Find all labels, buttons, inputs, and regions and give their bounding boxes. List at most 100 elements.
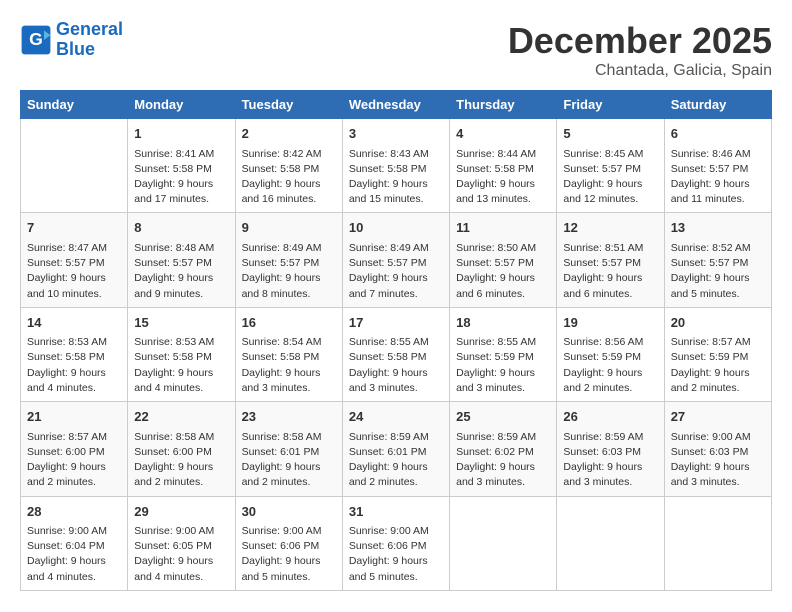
day-info: Sunrise: 8:57 AM Sunset: 6:00 PM Dayligh… bbox=[27, 430, 121, 491]
daylight-label: Daylight: 9 hours and 12 minutes. bbox=[563, 178, 642, 205]
day-number: 31 bbox=[349, 502, 443, 522]
sunrise-label: Sunrise: 8:44 AM bbox=[456, 148, 536, 160]
calendar-day-cell: 23 Sunrise: 8:58 AM Sunset: 6:01 PM Dayl… bbox=[235, 402, 342, 496]
sunset-label: Sunset: 5:58 PM bbox=[349, 163, 427, 175]
calendar-day-cell: 8 Sunrise: 8:48 AM Sunset: 5:57 PM Dayli… bbox=[128, 213, 235, 307]
weekday-header: Wednesday bbox=[342, 91, 449, 119]
day-info: Sunrise: 8:57 AM Sunset: 5:59 PM Dayligh… bbox=[671, 335, 765, 396]
day-number: 28 bbox=[27, 502, 121, 522]
daylight-label: Daylight: 9 hours and 17 minutes. bbox=[134, 178, 213, 205]
calendar-day-cell: 12 Sunrise: 8:51 AM Sunset: 5:57 PM Dayl… bbox=[557, 213, 664, 307]
sunset-label: Sunset: 6:03 PM bbox=[671, 446, 749, 458]
day-info: Sunrise: 8:58 AM Sunset: 6:00 PM Dayligh… bbox=[134, 430, 228, 491]
daylight-label: Daylight: 9 hours and 3 minutes. bbox=[456, 367, 535, 394]
weekday-header: Saturday bbox=[664, 91, 771, 119]
svg-text:G: G bbox=[29, 29, 43, 49]
calendar-week-row: 21 Sunrise: 8:57 AM Sunset: 6:00 PM Dayl… bbox=[21, 402, 772, 496]
sunset-label: Sunset: 5:57 PM bbox=[671, 257, 749, 269]
calendar-day-cell: 31 Sunrise: 9:00 AM Sunset: 6:06 PM Dayl… bbox=[342, 496, 449, 590]
day-number: 5 bbox=[563, 124, 657, 144]
calendar-day-cell: 27 Sunrise: 9:00 AM Sunset: 6:03 PM Dayl… bbox=[664, 402, 771, 496]
sunrise-label: Sunrise: 9:00 AM bbox=[134, 525, 214, 537]
day-info: Sunrise: 8:59 AM Sunset: 6:01 PM Dayligh… bbox=[349, 430, 443, 491]
daylight-label: Daylight: 9 hours and 6 minutes. bbox=[563, 272, 642, 299]
sunset-label: Sunset: 5:57 PM bbox=[242, 257, 320, 269]
day-number: 26 bbox=[563, 407, 657, 427]
weekday-header: Monday bbox=[128, 91, 235, 119]
sunset-label: Sunset: 5:58 PM bbox=[242, 163, 320, 175]
daylight-label: Daylight: 9 hours and 3 minutes. bbox=[456, 461, 535, 488]
calendar-day-cell: 4 Sunrise: 8:44 AM Sunset: 5:58 PM Dayli… bbox=[450, 119, 557, 213]
logo-line2: Blue bbox=[56, 39, 95, 59]
sunrise-label: Sunrise: 8:43 AM bbox=[349, 148, 429, 160]
calendar-day-cell: 21 Sunrise: 8:57 AM Sunset: 6:00 PM Dayl… bbox=[21, 402, 128, 496]
daylight-label: Daylight: 9 hours and 2 minutes. bbox=[27, 461, 106, 488]
day-info: Sunrise: 8:59 AM Sunset: 6:03 PM Dayligh… bbox=[563, 430, 657, 491]
daylight-label: Daylight: 9 hours and 3 minutes. bbox=[349, 367, 428, 394]
sunset-label: Sunset: 5:59 PM bbox=[563, 351, 641, 363]
sunrise-label: Sunrise: 8:55 AM bbox=[456, 336, 536, 348]
sunrise-label: Sunrise: 9:00 AM bbox=[349, 525, 429, 537]
day-number: 25 bbox=[456, 407, 550, 427]
calendar-day-cell: 29 Sunrise: 9:00 AM Sunset: 6:05 PM Dayl… bbox=[128, 496, 235, 590]
sunset-label: Sunset: 6:04 PM bbox=[27, 540, 105, 552]
daylight-label: Daylight: 9 hours and 5 minutes. bbox=[671, 272, 750, 299]
day-number: 19 bbox=[563, 313, 657, 333]
sunrise-label: Sunrise: 8:41 AM bbox=[134, 148, 214, 160]
sunrise-label: Sunrise: 8:53 AM bbox=[134, 336, 214, 348]
day-info: Sunrise: 9:00 AM Sunset: 6:04 PM Dayligh… bbox=[27, 524, 121, 585]
calendar-week-row: 14 Sunrise: 8:53 AM Sunset: 5:58 PM Dayl… bbox=[21, 307, 772, 401]
sunrise-label: Sunrise: 8:58 AM bbox=[242, 431, 322, 443]
sunset-label: Sunset: 5:57 PM bbox=[27, 257, 105, 269]
sunrise-label: Sunrise: 8:48 AM bbox=[134, 242, 214, 254]
day-info: Sunrise: 8:45 AM Sunset: 5:57 PM Dayligh… bbox=[563, 147, 657, 208]
weekday-header: Friday bbox=[557, 91, 664, 119]
daylight-label: Daylight: 9 hours and 9 minutes. bbox=[134, 272, 213, 299]
calendar-day-cell: 5 Sunrise: 8:45 AM Sunset: 5:57 PM Dayli… bbox=[557, 119, 664, 213]
sunrise-label: Sunrise: 8:50 AM bbox=[456, 242, 536, 254]
location-title: Chantada, Galicia, Spain bbox=[508, 62, 772, 80]
sunset-label: Sunset: 5:57 PM bbox=[563, 257, 641, 269]
sunrise-label: Sunrise: 8:49 AM bbox=[349, 242, 429, 254]
calendar-day-cell: 18 Sunrise: 8:55 AM Sunset: 5:59 PM Dayl… bbox=[450, 307, 557, 401]
weekday-header-row: SundayMondayTuesdayWednesdayThursdayFrid… bbox=[21, 91, 772, 119]
calendar-day-cell: 13 Sunrise: 8:52 AM Sunset: 5:57 PM Dayl… bbox=[664, 213, 771, 307]
sunrise-label: Sunrise: 8:58 AM bbox=[134, 431, 214, 443]
day-number: 20 bbox=[671, 313, 765, 333]
sunset-label: Sunset: 6:05 PM bbox=[134, 540, 212, 552]
sunset-label: Sunset: 5:57 PM bbox=[349, 257, 427, 269]
day-info: Sunrise: 8:47 AM Sunset: 5:57 PM Dayligh… bbox=[27, 241, 121, 302]
daylight-label: Daylight: 9 hours and 6 minutes. bbox=[456, 272, 535, 299]
day-info: Sunrise: 8:59 AM Sunset: 6:02 PM Dayligh… bbox=[456, 430, 550, 491]
daylight-label: Daylight: 9 hours and 15 minutes. bbox=[349, 178, 428, 205]
daylight-label: Daylight: 9 hours and 2 minutes. bbox=[671, 367, 750, 394]
day-number: 14 bbox=[27, 313, 121, 333]
sunrise-label: Sunrise: 8:47 AM bbox=[27, 242, 107, 254]
sunset-label: Sunset: 5:57 PM bbox=[563, 163, 641, 175]
daylight-label: Daylight: 9 hours and 3 minutes. bbox=[671, 461, 750, 488]
day-number: 2 bbox=[242, 124, 336, 144]
sunrise-label: Sunrise: 8:57 AM bbox=[671, 336, 751, 348]
calendar-day-cell: 11 Sunrise: 8:50 AM Sunset: 5:57 PM Dayl… bbox=[450, 213, 557, 307]
sunrise-label: Sunrise: 8:59 AM bbox=[456, 431, 536, 443]
daylight-label: Daylight: 9 hours and 2 minutes. bbox=[242, 461, 321, 488]
calendar-day-cell: 16 Sunrise: 8:54 AM Sunset: 5:58 PM Dayl… bbox=[235, 307, 342, 401]
day-info: Sunrise: 8:51 AM Sunset: 5:57 PM Dayligh… bbox=[563, 241, 657, 302]
sunrise-label: Sunrise: 8:56 AM bbox=[563, 336, 643, 348]
calendar-day-cell: 19 Sunrise: 8:56 AM Sunset: 5:59 PM Dayl… bbox=[557, 307, 664, 401]
day-info: Sunrise: 8:52 AM Sunset: 5:57 PM Dayligh… bbox=[671, 241, 765, 302]
day-info: Sunrise: 8:53 AM Sunset: 5:58 PM Dayligh… bbox=[27, 335, 121, 396]
daylight-label: Daylight: 9 hours and 5 minutes. bbox=[349, 555, 428, 582]
day-number: 15 bbox=[134, 313, 228, 333]
page-header: G General Blue December 2025 Chantada, G… bbox=[20, 20, 772, 80]
sunset-label: Sunset: 6:03 PM bbox=[563, 446, 641, 458]
day-number: 24 bbox=[349, 407, 443, 427]
daylight-label: Daylight: 9 hours and 4 minutes. bbox=[27, 555, 106, 582]
calendar-day-cell: 3 Sunrise: 8:43 AM Sunset: 5:58 PM Dayli… bbox=[342, 119, 449, 213]
sunset-label: Sunset: 6:06 PM bbox=[242, 540, 320, 552]
calendar-day-cell: 2 Sunrise: 8:42 AM Sunset: 5:58 PM Dayli… bbox=[235, 119, 342, 213]
sunset-label: Sunset: 6:01 PM bbox=[349, 446, 427, 458]
daylight-label: Daylight: 9 hours and 3 minutes. bbox=[242, 367, 321, 394]
day-info: Sunrise: 8:55 AM Sunset: 5:59 PM Dayligh… bbox=[456, 335, 550, 396]
sunrise-label: Sunrise: 8:49 AM bbox=[242, 242, 322, 254]
